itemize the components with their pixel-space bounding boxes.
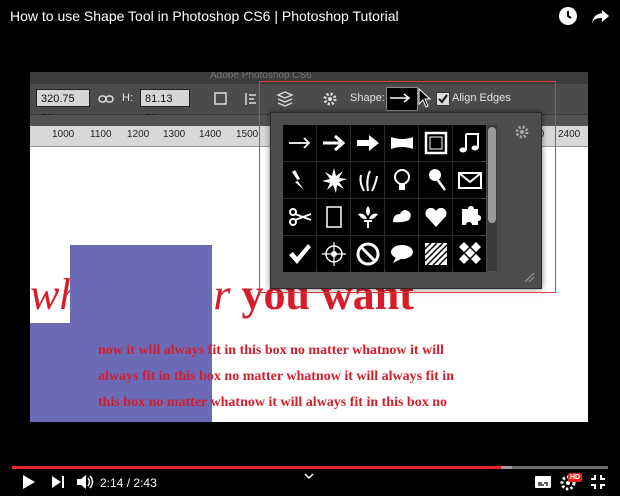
headline-part: r [213,270,231,319]
progress-played [12,466,501,469]
ruler-tick: 1400 [199,129,222,140]
ruler-tick: 1100 [90,129,112,140]
watch-later-icon[interactable] [558,6,578,26]
height-field[interactable]: 81.13 px [140,89,190,123]
fullscreen-exit-icon[interactable] [590,474,606,490]
time-separator: / [126,476,131,490]
play-icon[interactable] [20,474,36,490]
height-label: H: [122,92,133,104]
volume-icon[interactable] [76,474,94,490]
next-icon[interactable] [50,474,66,490]
paragraph-line: always fit in this box no matter whatnow… [98,369,454,384]
ruler-tick: 1200 [127,129,150,140]
link-icon[interactable] [98,93,114,105]
time-total: 2:43 [133,476,157,490]
width-field[interactable]: 320.75 px [36,89,90,123]
ruler-tick: 1300 [163,129,186,140]
top-actions [558,6,610,26]
ruler-tick: 2400 [558,129,581,140]
chevron-down-icon[interactable] [303,472,315,482]
ruler-tick: 1500 [236,129,259,140]
share-icon[interactable] [590,6,610,26]
paragraph-line: this box no matter whatnow it will alway… [98,395,448,410]
time-current: 2:14 [100,476,124,490]
ruler-tick: 1000 [52,129,75,140]
highlight-box [259,81,556,293]
paragraph-line: now it will always fit in this box no ma… [98,343,444,358]
path-operations-icon[interactable] [214,92,228,106]
time-display: 2:14 / 2:43 [100,476,157,490]
hd-badge: HD [568,473,583,482]
video-title[interactable]: How to use Shape Tool in Photoshop CS6 |… [10,8,399,24]
ps-window-title: Adobe Photoshop CS6 [210,72,312,81]
subtitles-icon[interactable] [534,474,552,490]
path-alignment-icon[interactable] [244,92,258,106]
